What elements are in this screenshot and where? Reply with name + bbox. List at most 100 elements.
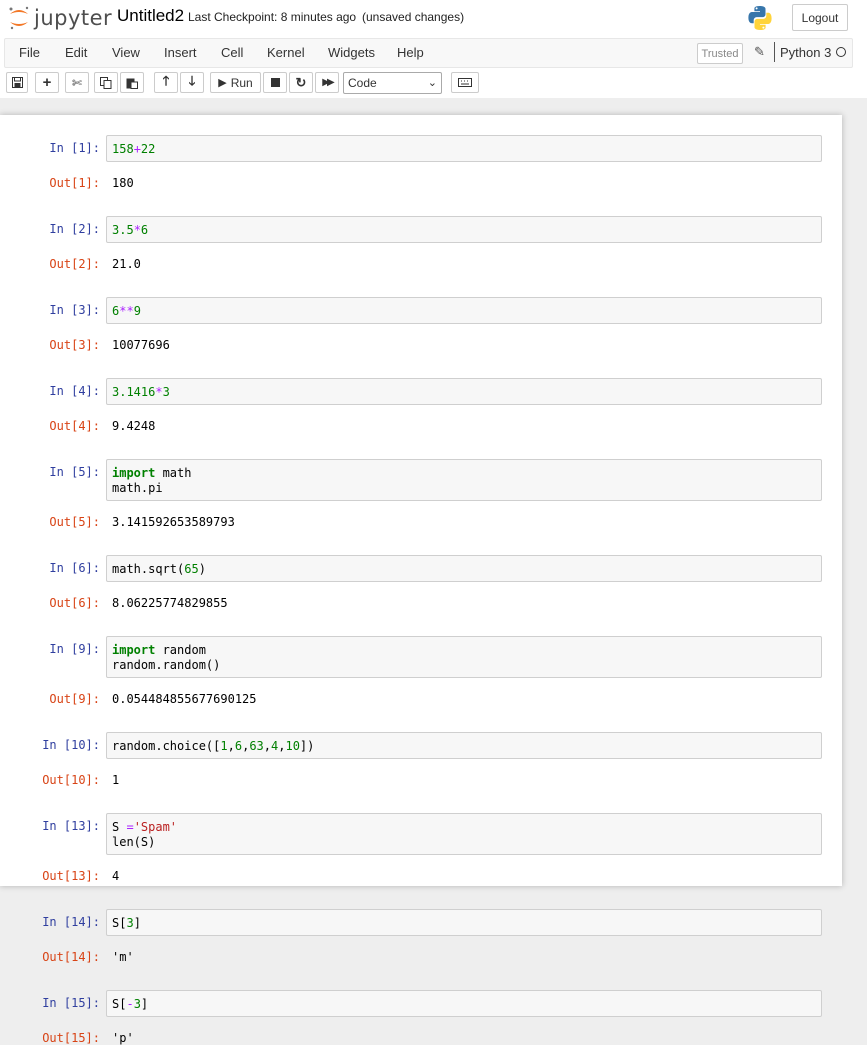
output-prompt: Out[13]: xyxy=(42,869,100,883)
code-line: import math xyxy=(112,466,816,481)
code-token: S[ xyxy=(112,997,127,1011)
cut-button[interactable]: ✄ xyxy=(65,72,89,93)
menu-insert[interactable]: Insert xyxy=(164,45,197,60)
command-palette-button[interactable] xyxy=(451,72,479,93)
input-prompt: In [6]: xyxy=(49,561,100,575)
save-icon xyxy=(11,77,23,88)
code-input-area[interactable]: import math math.pi xyxy=(106,459,822,501)
code-token: math.pi xyxy=(112,481,163,495)
run-label: Run xyxy=(230,75,253,90)
code-input-area[interactable]: 3.5*6 xyxy=(106,216,822,243)
cell-output: 0.054484855677690125 xyxy=(112,692,257,706)
save-status: (unsaved changes) xyxy=(362,10,465,24)
code-token-num: 3.5 xyxy=(112,223,134,237)
code-input-area[interactable]: math.sqrt(65) xyxy=(106,555,822,582)
code-input-area[interactable]: 158+22 xyxy=(106,135,822,162)
interrupt-button[interactable] xyxy=(263,72,287,93)
code-input-area[interactable]: 3.1416*3 xyxy=(106,378,822,405)
checkpoint-status: Last Checkpoint: 8 minutes ago xyxy=(188,10,357,24)
paste-button[interactable] xyxy=(120,72,144,93)
jupyter-header: jupyter Untitled2 Last Checkpoint: 8 min… xyxy=(0,0,867,98)
code-input-area[interactable]: S[-3] xyxy=(106,990,822,1017)
code-line: random.random() xyxy=(112,658,816,673)
code-token-num: 3.1416 xyxy=(112,385,156,399)
move-down-button[interactable]: 🡓 xyxy=(180,72,204,93)
insert-cell-button[interactable]: + xyxy=(35,72,59,93)
input-prompt: In [2]: xyxy=(49,222,100,236)
output-prompt: Out[15]: xyxy=(42,1031,100,1045)
save-button[interactable] xyxy=(6,72,28,93)
code-input-area[interactable]: 6**9 xyxy=(106,297,822,324)
chevron-down-icon: ⌄ xyxy=(427,77,437,89)
code-token: random xyxy=(155,643,206,657)
kernel-divider xyxy=(774,42,775,62)
input-prompt: In [1]: xyxy=(49,141,100,155)
trusted-indicator[interactable]: Trusted xyxy=(697,43,743,64)
code-line: S[-3] xyxy=(112,997,816,1012)
restart-button[interactable]: ↻ xyxy=(289,72,313,93)
menu-cell[interactable]: Cell xyxy=(221,45,243,60)
code-token-num: 6 xyxy=(140,223,149,237)
code-token-kw: import xyxy=(112,466,156,480)
output-prompt: Out[3]: xyxy=(49,338,100,352)
output-prompt: Out[10]: xyxy=(42,773,100,787)
output-prompt: Out[1]: xyxy=(49,176,100,190)
arrow-up-icon: 🡑 xyxy=(162,72,170,88)
code-input-area[interactable]: S ='Spam' len(S) xyxy=(106,813,822,855)
code-token-num: 158 xyxy=(112,142,134,156)
code-token: len(S) xyxy=(112,835,156,849)
copy-button[interactable] xyxy=(94,72,118,93)
cell-output: 'm' xyxy=(112,950,134,964)
menu-kernel[interactable]: Kernel xyxy=(267,45,305,60)
code-token-str: 'Spam' xyxy=(133,820,178,834)
code-token: math.sqrt( xyxy=(112,562,185,576)
code-token-num: 65 xyxy=(184,562,199,576)
cell-type-select[interactable]: Code ⌄ xyxy=(343,72,442,94)
code-token-op: * xyxy=(155,385,163,399)
output-prompt: Out[14]: xyxy=(42,950,100,964)
arrow-down-icon: 🡓 xyxy=(188,72,196,88)
menu-edit[interactable]: Edit xyxy=(65,45,87,60)
notebook-container: In [1]: 158+22 Out[1]: 180 In [2]: 3.5*6 Out[2… xyxy=(0,115,842,1045)
stop-icon xyxy=(270,78,280,87)
edit-pencil-icon[interactable]: ✎ xyxy=(754,44,765,60)
menu-file[interactable]: File xyxy=(19,45,40,60)
paste-icon xyxy=(126,78,138,89)
plus-icon: + xyxy=(42,74,52,91)
notebook-name[interactable]: Untitled2 xyxy=(117,6,184,26)
code-input-area[interactable]: S[3] xyxy=(106,909,822,936)
code-input-area[interactable]: import random random.random() xyxy=(106,636,822,678)
code-line: math.pi xyxy=(112,481,816,496)
input-prompt: In [15]: xyxy=(42,996,100,1010)
logo-text: jupyter xyxy=(34,6,113,30)
logout-button[interactable]: Logout xyxy=(792,4,848,31)
code-line: 3.5*6 xyxy=(112,223,816,238)
code-token: S[ xyxy=(112,916,127,930)
cell-type-value: Code xyxy=(348,76,377,90)
kernel-idle-icon xyxy=(836,47,846,57)
code-input-area[interactable]: random.choice([1,6,63,4,10]) xyxy=(106,732,822,759)
menu-view[interactable]: View xyxy=(112,45,140,60)
restart-run-all-button[interactable]: ▶▶ xyxy=(315,72,339,93)
code-token: , xyxy=(263,739,271,753)
menu-help[interactable]: Help xyxy=(397,45,424,60)
top-bar: jupyter Untitled2 Last Checkpoint: 8 min… xyxy=(0,0,867,38)
menu-widgets[interactable]: Widgets xyxy=(328,45,375,60)
cell-output: 9.4248 xyxy=(112,419,156,433)
code-token-num: 3 xyxy=(162,385,170,399)
move-up-button[interactable]: 🡑 xyxy=(154,72,178,93)
code-token-op: - xyxy=(126,997,134,1011)
output-prompt: Out[6]: xyxy=(49,596,100,610)
output-prompt: Out[9]: xyxy=(49,692,100,706)
code-token-kw: import xyxy=(112,643,156,657)
jupyter-logo[interactable]: jupyter xyxy=(8,4,118,32)
cell-output: 10077696 xyxy=(112,338,170,352)
input-prompt: In [9]: xyxy=(49,642,100,656)
jupyter-logo-icon xyxy=(9,6,29,30)
fast-forward-icon: ▶▶ xyxy=(322,77,335,88)
cell-output: 3.141592653589793 xyxy=(112,515,235,529)
kernel-name: Python 3 xyxy=(780,45,832,60)
code-token-op: ** xyxy=(119,304,134,318)
run-button[interactable]: ▶ Run xyxy=(210,72,261,93)
cell-output: 1 xyxy=(112,773,120,787)
